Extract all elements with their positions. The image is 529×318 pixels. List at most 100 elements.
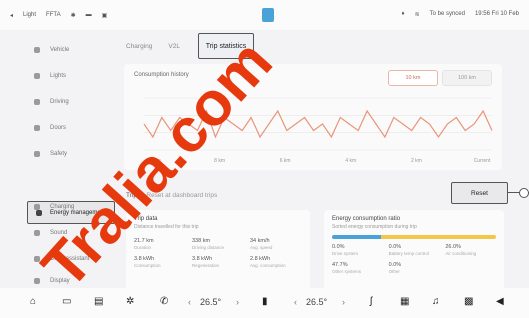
clock: 19:56 Fri 10 Feb — [474, 11, 519, 17]
tab-charging[interactable]: Charging — [126, 43, 152, 50]
stat-label: Duration — [134, 245, 152, 250]
stat-value: 3.8 kWh — [192, 256, 213, 262]
x-tick-label: 2 km — [411, 158, 422, 164]
sidebar-item-label: Doors — [50, 125, 67, 131]
sidebar-item-charging[interactable]: Charging — [34, 204, 74, 210]
range-selector: 10 km 100 km — [388, 70, 492, 86]
stat-item: 0.0% Battery temp control — [389, 244, 440, 256]
energy-icon — [36, 209, 42, 216]
sidebar-item-label: Display — [50, 278, 70, 284]
phone-icon[interactable]: ✆ — [160, 296, 168, 307]
stat-value: 2.8 kWh — [250, 256, 271, 262]
assistant-icon — [34, 256, 40, 262]
stat-value: 34 km/h — [250, 238, 270, 244]
stat-label: Other systems — [332, 269, 362, 274]
stat-value: 338 km — [192, 238, 211, 244]
sidebar-item-label: Drive assistant — [50, 256, 90, 262]
shield-icon — [34, 151, 40, 157]
lock-icon: ▣ — [101, 12, 108, 19]
wifi-icon: ≋ — [414, 12, 420, 18]
plug-icon — [34, 204, 40, 210]
volume-icon[interactable]: ◀ — [496, 296, 504, 307]
sidebar-item-safety[interactable]: Safety — [34, 151, 67, 157]
stat-item: 3.8 kWh Regeneration — [192, 256, 244, 268]
trip-header: Trip 1 Reset at dashboard trips — [126, 192, 217, 199]
mic-icon: ♦ — [401, 11, 405, 17]
tab-bar: Charging V2L — [126, 36, 196, 56]
car-icon — [34, 47, 40, 53]
sidebar-item-drive-assistant[interactable]: Drive assistant — [34, 256, 89, 262]
consumption-chart-card: Consumption history 10 km 100 km 10 km 8 … — [124, 64, 502, 170]
sync-status: To be synced — [429, 11, 465, 17]
tab-trip-statistics[interactable]: Trip statistics — [198, 33, 254, 59]
card-title: Trip data — [134, 216, 158, 222]
apps-icon[interactable]: ▦ — [400, 296, 409, 307]
sidebar-item-sound[interactable]: Sound — [34, 230, 67, 236]
climate-icon[interactable]: ▮ — [262, 296, 268, 307]
fan-icon[interactable]: ✲ — [126, 296, 134, 307]
stat-item: 34 km/h Avg. speed — [250, 238, 302, 250]
x-tick-label: Current — [474, 158, 491, 164]
stat-label: Driving distance — [192, 245, 225, 250]
stat-value: 47.7% — [332, 262, 348, 268]
display-icon — [34, 278, 40, 284]
temp-left-increase-icon[interactable]: › — [236, 297, 239, 307]
stat-label: Consumption — [134, 263, 161, 268]
music-icon[interactable]: ♫ — [432, 296, 440, 307]
trip-data-card: Trip data Distance travelled for this tr… — [126, 210, 310, 292]
stat-value: 26.0% — [445, 244, 461, 250]
sidebar-item-driving[interactable]: Driving — [34, 99, 69, 105]
range-100km-button[interactable]: 100 km — [442, 70, 492, 86]
home-icon[interactable]: ⌂ — [30, 296, 36, 307]
seat-icon[interactable]: ▤ — [94, 296, 103, 307]
tab-v2l[interactable]: V2L — [168, 43, 180, 50]
stat-item: 0.0% Other — [389, 262, 440, 274]
seat-heat-icon[interactable]: ʃ — [370, 296, 372, 307]
stat-value: 0.0% — [388, 262, 402, 268]
temp-right-value: 26.5° — [306, 297, 328, 307]
stat-item: 0.0% Drive system — [332, 244, 383, 256]
app-screen: ◂ Light FFTA ✱ ▬ ▣ ♦ ≋ To be synced 19:5… — [0, 0, 529, 318]
sidebar-item-vehicle[interactable]: Vehicle — [34, 47, 69, 53]
stat-label: Avg. speed — [250, 245, 273, 250]
steering-icon — [34, 99, 40, 105]
x-tick-label: 8 km — [214, 158, 225, 164]
reset-button[interactable]: Reset — [451, 182, 508, 204]
stat-label: Air conditioning — [445, 251, 477, 256]
consumption-line-chart: 10 km 8 km 6 km 4 km 2 km Current — [143, 97, 493, 164]
chart-title: Consumption history — [134, 72, 189, 78]
stat-label: Avg. consumption — [250, 263, 286, 268]
speaker-icon — [34, 230, 40, 236]
card-subtitle: Distance travelled for this trip — [134, 224, 199, 230]
stat-item: 3.8 kWh Consumption — [134, 256, 186, 268]
status-item: Light — [23, 12, 37, 18]
stat-grid: 0.0% Drive system 0.0% Battery temp contro… — [332, 244, 496, 274]
sidebar-item-label: Energy management — [50, 209, 106, 216]
status-item: FFTA — [46, 12, 61, 18]
grid-icon[interactable]: ▩ — [464, 296, 473, 307]
door-icon — [34, 125, 40, 131]
sidebar-item-doors[interactable]: Doors — [34, 125, 66, 131]
stat-value: 0.0% — [332, 244, 345, 250]
signal-icon: ◂ — [10, 12, 14, 19]
temp-left-decrease-icon[interactable]: ‹ — [188, 297, 191, 307]
stat-grid: 21.7 km Duration 338 km Driving distance 3… — [134, 238, 302, 268]
temp-left-value: 26.5° — [200, 297, 222, 307]
energy-ratio-bar — [332, 235, 496, 239]
stat-item: 47.7% Other systems — [332, 262, 383, 274]
sidebar-item-label: Safety — [50, 151, 68, 157]
sidebar-item-label: Sound — [50, 230, 68, 236]
bluetooth-icon: ✱ — [70, 12, 76, 19]
stat-label: Battery temp control — [388, 251, 429, 256]
sidebar-item-display[interactable]: Display — [34, 278, 70, 284]
temp-right-decrease-icon[interactable]: ‹ — [294, 297, 297, 307]
sidebar-item-label: Charging — [50, 204, 75, 210]
app-logo-icon — [262, 8, 274, 22]
stat-label: Other — [388, 269, 400, 274]
temp-right-increase-icon[interactable]: › — [342, 297, 345, 307]
range-10km-button[interactable]: 10 km — [388, 70, 438, 86]
x-tick-label: 4 km — [345, 158, 356, 164]
sidebar-item-lights[interactable]: Lights — [34, 73, 66, 79]
x-tick-label: 10 km — [147, 158, 161, 164]
car-icon[interactable]: ▭ — [62, 296, 71, 307]
